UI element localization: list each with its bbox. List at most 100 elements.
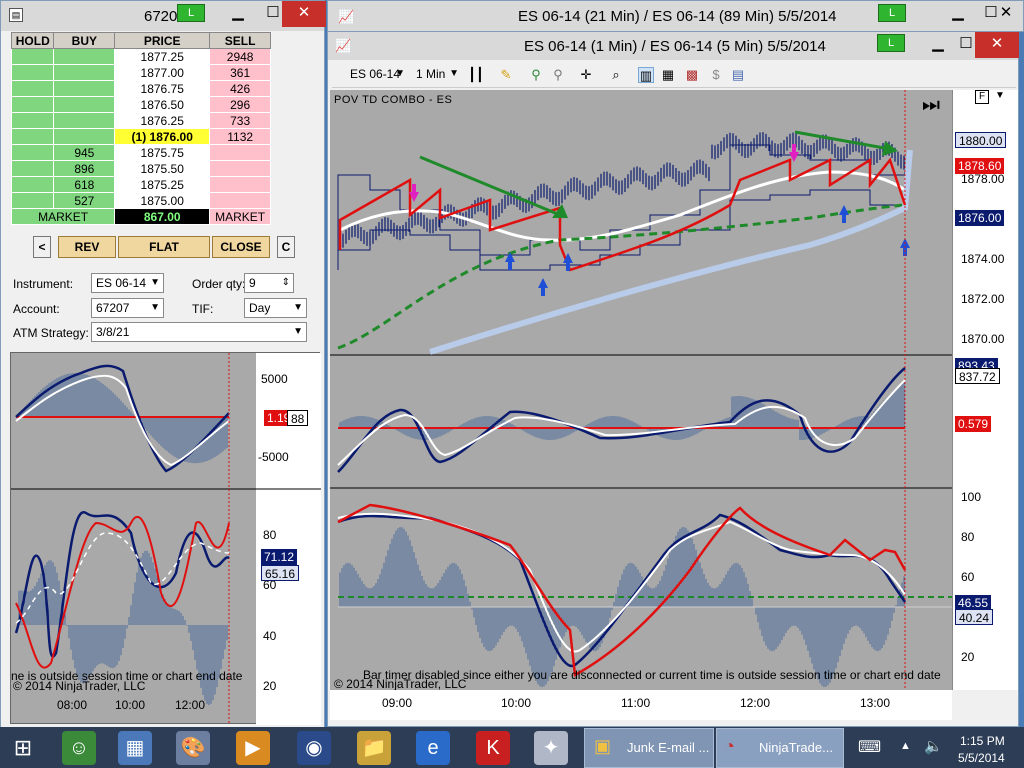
price-cell[interactable]: 1877.00 [114, 64, 211, 81]
c-button[interactable]: C [277, 236, 295, 258]
keyboard-icon[interactable]: ⌨ [858, 737, 881, 757]
task-ninjatrader[interactable]: NinjaTrade... [716, 728, 844, 768]
hold-cell[interactable] [10, 160, 55, 177]
properties-icon[interactable]: ▥ [638, 67, 654, 83]
sell-cell[interactable]: 733 [209, 112, 271, 129]
user-app-icon[interactable]: ☺ [62, 731, 96, 765]
crosshair-icon[interactable]: ✛ [578, 67, 594, 83]
buy-cell[interactable]: 527 [53, 192, 116, 209]
sell-cell[interactable]: 426 [209, 80, 271, 97]
sell-cell[interactable] [209, 192, 271, 209]
buy-cell[interactable] [53, 64, 116, 81]
chevron-down-icon[interactable]: ▼ [995, 90, 1005, 101]
price-cell[interactable]: 1875.75 [114, 144, 211, 161]
price-axis[interactable]: F ▼ 1880.00 1878.00 1876.00 1874.00 1872.00 1… [952, 90, 1018, 690]
atm-strategy-label: ATM Strategy: [13, 326, 89, 340]
media-player-icon[interactable]: ◉ [297, 731, 331, 765]
data-box-icon[interactable]: ▤ [730, 67, 746, 83]
buy-cell[interactable] [53, 48, 116, 65]
pin-gray-icon[interactable]: ⚲ [550, 67, 566, 83]
market-sell-button[interactable]: MARKET [209, 208, 271, 225]
price-cell[interactable]: 1877.25 [114, 48, 211, 65]
control-panel-icon[interactable]: ▦ [118, 731, 152, 765]
paint-icon[interactable]: 🎨 [176, 731, 210, 765]
price-cell[interactable]: 1875.00 [114, 192, 211, 209]
price-cell[interactable]: 1875.25 [114, 176, 211, 193]
account-select[interactable]: 67207 ▼ [91, 298, 164, 318]
indicators-icon[interactable]: ▦ [660, 67, 676, 83]
sell-cell[interactable]: 2948 [209, 48, 271, 65]
sell-cell[interactable] [209, 144, 271, 161]
market-buy-button[interactable]: MARKET [10, 208, 116, 225]
hold-cell[interactable] [10, 192, 55, 209]
hold-cell[interactable] [10, 80, 55, 97]
sell-cell[interactable]: 361 [209, 64, 271, 81]
order-qty-input[interactable]: 9 ⇕ [244, 273, 294, 293]
instrument-select[interactable]: ES 06-14 ▼ [346, 65, 408, 85]
nav-left-button[interactable]: < [33, 236, 51, 258]
interval-select[interactable]: 1 Min ▼ [412, 65, 462, 85]
superdom-titlebar[interactable]: ▤ 6720 L ▁ ☐ ✕ [1, 1, 326, 31]
buy-cell[interactable]: 945 [53, 144, 116, 161]
buy-cell[interactable]: 896 [53, 160, 116, 177]
price-cell[interactable]: 1876.50 [114, 96, 211, 113]
minimize-button[interactable]: ▁ [940, 1, 976, 27]
pin-icon[interactable]: ⚲ [528, 67, 544, 83]
hold-cell[interactable] [10, 112, 55, 129]
sell-cell[interactable] [209, 176, 271, 193]
buy-cell[interactable] [53, 112, 116, 129]
video-icon[interactable]: ▶ [236, 731, 270, 765]
atm-strategy-select[interactable]: 3/8/21 ▼ [91, 322, 307, 342]
buy-cell[interactable]: 618 [53, 176, 116, 193]
buy-cell[interactable] [53, 96, 116, 113]
buy-cell[interactable] [53, 128, 116, 145]
price-cell[interactable]: 1875.50 [114, 160, 211, 177]
hold-cell[interactable] [10, 64, 55, 81]
tif-select[interactable]: Day ▼ [244, 298, 307, 318]
price-cell[interactable]: 1876.75 [114, 80, 211, 97]
buy-cell[interactable] [53, 80, 116, 97]
hold-cell[interactable] [10, 144, 55, 161]
connection-indicator[interactable]: L [877, 34, 905, 52]
price-cell[interactable]: 1876.25 [114, 112, 211, 129]
connection-indicator[interactable]: L [177, 4, 205, 22]
close-position-button[interactable]: CLOSE [212, 236, 270, 258]
mini-chart-area[interactable]: 5000 -5000 1.19 88 80 60 40 20 71.12 65.… [10, 352, 321, 725]
sell-cell[interactable]: 1132 [209, 128, 271, 145]
axis-f-button[interactable]: F [975, 90, 989, 104]
clock-time[interactable]: 1:15 PM [960, 734, 1005, 748]
hold-cell[interactable] [10, 128, 55, 145]
sell-cell[interactable] [209, 160, 271, 177]
dollar-icon[interactable]: $ [708, 67, 724, 83]
minimize-button[interactable]: ▁ [220, 1, 256, 27]
pencil-icon[interactable]: ✎ [498, 67, 514, 83]
close-button[interactable]: ✕ [975, 32, 1019, 58]
hold-cell[interactable] [10, 48, 55, 65]
hold-cell[interactable] [10, 96, 55, 113]
play-end-icon[interactable]: ⏭ [922, 94, 940, 117]
close-button[interactable]: ✕ [988, 1, 1024, 27]
tray-expand-icon[interactable]: ▲ [900, 740, 911, 752]
price-cell[interactable]: (1) 1876.00 [114, 128, 211, 145]
hold-cell[interactable] [10, 176, 55, 193]
navigator-icon[interactable]: ✦ [534, 731, 568, 765]
reverse-button[interactable]: REV [58, 236, 116, 258]
volume-icon[interactable]: 🔈 [924, 737, 943, 755]
internet-explorer-icon[interactable]: e [416, 731, 450, 765]
close-button[interactable]: ✕ [282, 1, 326, 27]
connection-indicator[interactable]: L [878, 4, 906, 22]
flat-button[interactable]: FLAT [118, 236, 210, 258]
chart-titlebar[interactable]: 📈 ES 06-14 (1 Min) / ES 06-14 (5 Min) 5/… [328, 32, 1019, 60]
chart-area[interactable]: POV TD COMBO - ES ⏭ Bar timer disabled s… [330, 90, 952, 691]
clock-date[interactable]: 5/5/2014 [958, 751, 1005, 765]
bar-type-icon[interactable]: ┃┃ [468, 67, 484, 83]
stepper-icon[interactable]: ⇕ [282, 274, 290, 292]
sell-cell[interactable]: 296 [209, 96, 271, 113]
security-app-icon[interactable]: K [476, 731, 510, 765]
time-axis[interactable]: 09:00 10:00 11:00 12:00 13:00 [330, 690, 952, 720]
start-windows-icon[interactable]: ⊞ [6, 731, 40, 765]
zoom-icon[interactable]: ⌕ [608, 67, 624, 83]
instrument-select[interactable]: ES 06-14 ▼ [91, 273, 164, 293]
strategies-icon[interactable]: ▩ [684, 67, 700, 83]
file-explorer-icon[interactable]: 📁 [357, 731, 391, 765]
